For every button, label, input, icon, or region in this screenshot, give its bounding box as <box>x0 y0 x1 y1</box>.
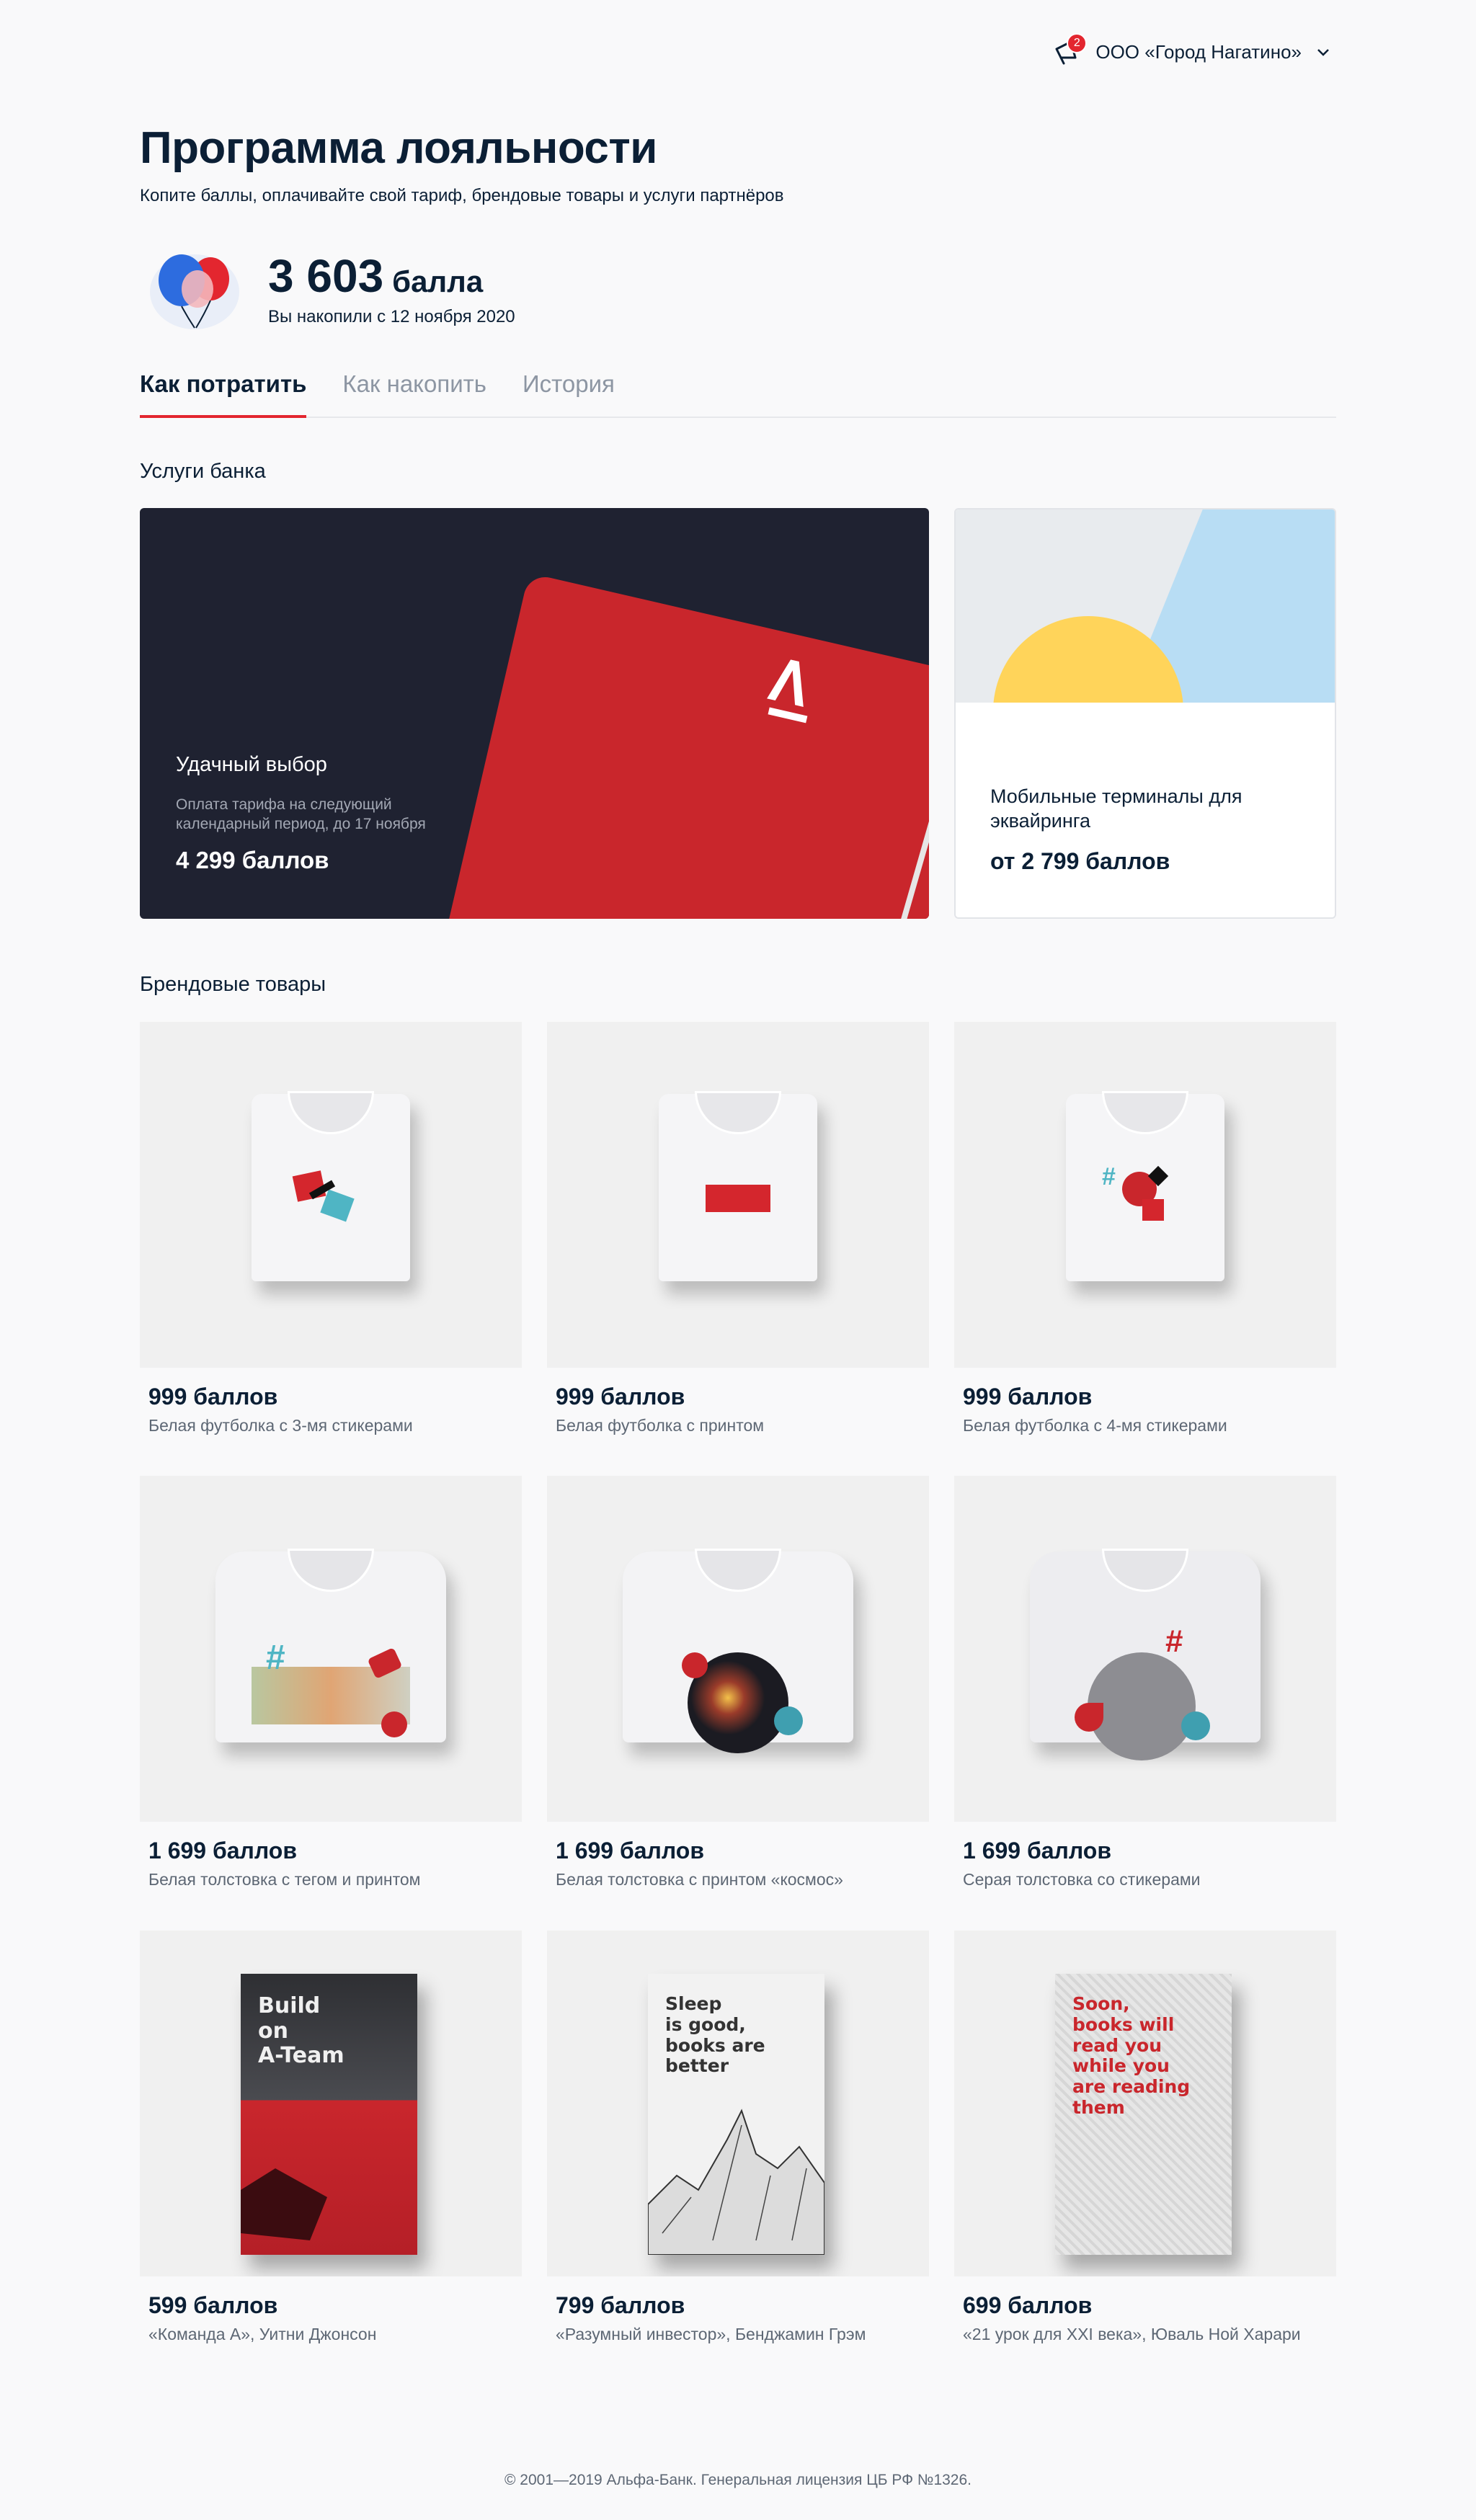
product-price: 999 баллов <box>556 1384 685 1410</box>
product-card[interactable]: 999 баллов Белая футболка с принтом <box>547 1022 929 1435</box>
product-price: 599 баллов <box>148 2292 278 2318</box>
notifications-badge: 2 <box>1067 33 1088 53</box>
page-subtitle: Копите баллы, оплачивайте свой тариф, бр… <box>140 186 784 205</box>
bank-services-title: Услуги банка <box>140 460 266 483</box>
product-card[interactable]: # 1 699 баллов Серая толстовка со стикер… <box>954 1476 1336 1889</box>
tab-spend[interactable]: Как потратить <box>140 368 307 418</box>
collar <box>288 1549 374 1592</box>
service-price: от 2 799 баллов <box>990 848 1170 874</box>
hash-sticker: # <box>1102 1163 1116 1190</box>
product-price: 699 баллов <box>963 2292 1093 2318</box>
book-cover: Build on A-Team <box>241 1974 417 2255</box>
product-image: Build on A-Team <box>140 1931 522 2276</box>
header-company-switcher[interactable]: 2 ООО «Город Нагатино» <box>1051 33 1332 68</box>
sticker <box>682 1652 708 1678</box>
product-card[interactable]: 999 баллов Белая футболка с 3-мя стикера… <box>140 1022 522 1435</box>
collar <box>1102 1091 1188 1134</box>
product-name: Белая толстовка с принтом «космос» <box>556 1870 843 1889</box>
collar <box>695 1549 781 1592</box>
book-cover: Sleep is good, books are better <box>648 1974 824 2255</box>
product-price: 1 699 баллов <box>148 1838 297 1864</box>
product-image: # <box>954 1476 1336 1822</box>
product-image <box>547 1476 929 1822</box>
product-image: # <box>954 1022 1336 1368</box>
sweatshirt-image: # <box>215 1549 446 1742</box>
chevron-down-icon <box>1317 49 1329 56</box>
product-image <box>547 1022 929 1368</box>
product-image: Sleep is good, books are better <box>547 1931 929 2276</box>
product-image: Soon, books will read you while you are … <box>954 1931 1336 2276</box>
book-cover-title: Build on A-Team <box>258 1993 344 2068</box>
tab-history[interactable]: История <box>523 368 615 418</box>
company-name: ООО «Город Нагатино» <box>1095 40 1302 63</box>
print <box>706 1185 770 1212</box>
notifications-button[interactable]: 2 <box>1051 33 1088 68</box>
product-name: «Команда А», Уитни Джонсон <box>148 2325 377 2343</box>
product-name: Белая футболка с принтом <box>556 1416 765 1435</box>
terminals-illustration <box>956 509 1335 703</box>
product-card[interactable]: Soon, books will read you while you are … <box>954 1931 1336 2344</box>
product-image <box>140 1022 522 1368</box>
product-card[interactable]: 1 699 баллов Белая толстовка с принтом «… <box>547 1476 929 1889</box>
points-since: Вы накопили с 12 ноября 2020 <box>268 307 515 326</box>
page-title: Программа лояльности <box>140 123 657 173</box>
product-name: Белая толстовка с тегом и принтом <box>148 1870 421 1889</box>
product-price: 799 баллов <box>556 2292 685 2318</box>
sticker <box>774 1706 803 1735</box>
hash-sticker: # <box>1165 1624 1183 1659</box>
product-price: 1 699 баллов <box>556 1838 704 1864</box>
product-price: 999 баллов <box>148 1384 278 1410</box>
product-card[interactable]: # 999 баллов Белая футболка с 4-мя стике… <box>954 1022 1336 1435</box>
points-summary: 3 603 балла Вы накопили с 12 ноября 2020 <box>144 241 515 335</box>
product-name: «Разумный инвестор», Бенджамин Грэм <box>556 2325 866 2343</box>
book-cover: Soon, books will read you while you are … <box>1055 1974 1232 2255</box>
book-cover-title: Sleep is good, books are better <box>665 1993 765 2077</box>
collar <box>288 1091 374 1134</box>
product-price: 999 баллов <box>963 1384 1093 1410</box>
sticker <box>381 1711 407 1737</box>
sticker <box>1142 1199 1164 1221</box>
points-unit: балла <box>392 264 484 298</box>
tshirt-image <box>659 1091 817 1281</box>
alfa-logo-icon <box>767 659 808 724</box>
sweatshirt-image: # <box>1030 1549 1261 1760</box>
collar <box>695 1091 781 1134</box>
product-name: Серая толстовка со стикерами <box>963 1870 1201 1889</box>
bank-card-image <box>415 573 929 919</box>
hash-sticker: # <box>266 1639 285 1677</box>
brand-goods-title: Брендовые товары <box>140 973 326 996</box>
product-card[interactable]: # 1 699 баллов Белая толстовка с тегом и… <box>140 1476 522 1889</box>
product-price: 1 699 баллов <box>963 1838 1111 1864</box>
footer-copyright: © 2001—2019 Альфа-Банк. Генеральная лице… <box>504 2472 972 2488</box>
sweatshirt-image <box>623 1549 853 1753</box>
service-title: Мобильные терминалы для эквайринга <box>990 785 1242 832</box>
service-title: Удачный выбор <box>176 753 327 776</box>
product-name: «21 урок для XXI века», Юваль Ной Харари <box>963 2325 1301 2343</box>
product-name: Белая футболка с 4-мя стикерами <box>963 1416 1227 1435</box>
product-image: # <box>140 1476 522 1822</box>
service-card-tariff[interactable]: Удачный выбор Оплата тарифа на следующий… <box>140 508 929 919</box>
collar <box>1102 1549 1188 1592</box>
service-card-terminals[interactable]: Мобильные терминалы для эквайринга от 2 … <box>954 508 1336 919</box>
balloons-icon <box>150 254 239 329</box>
tabs: Как потратить Как накопить История <box>140 368 1336 418</box>
service-description: Оплата тарифа на следующий календарный п… <box>176 796 426 833</box>
points-value: 3 603 <box>268 250 384 302</box>
cover-art <box>241 2168 327 2240</box>
product-card[interactable]: Build on A-Team 599 баллов «Команда А», … <box>140 1931 522 2344</box>
tshirt-image <box>252 1091 410 1281</box>
print <box>1088 1652 1196 1760</box>
sticker <box>1075 1703 1103 1732</box>
book-cover-title: Soon, books will read you while you are … <box>1072 1993 1191 2118</box>
sticker <box>1181 1711 1210 1740</box>
tab-earn[interactable]: Как накопить <box>342 368 486 418</box>
product-name: Белая футболка с 3-мя стикерами <box>148 1416 413 1435</box>
mountains-art <box>648 2109 824 2255</box>
tshirt-image: # <box>1066 1091 1224 1281</box>
product-card[interactable]: Sleep is good, books are better 799 балл… <box>547 1931 929 2344</box>
service-price: 4 299 баллов <box>176 847 329 873</box>
